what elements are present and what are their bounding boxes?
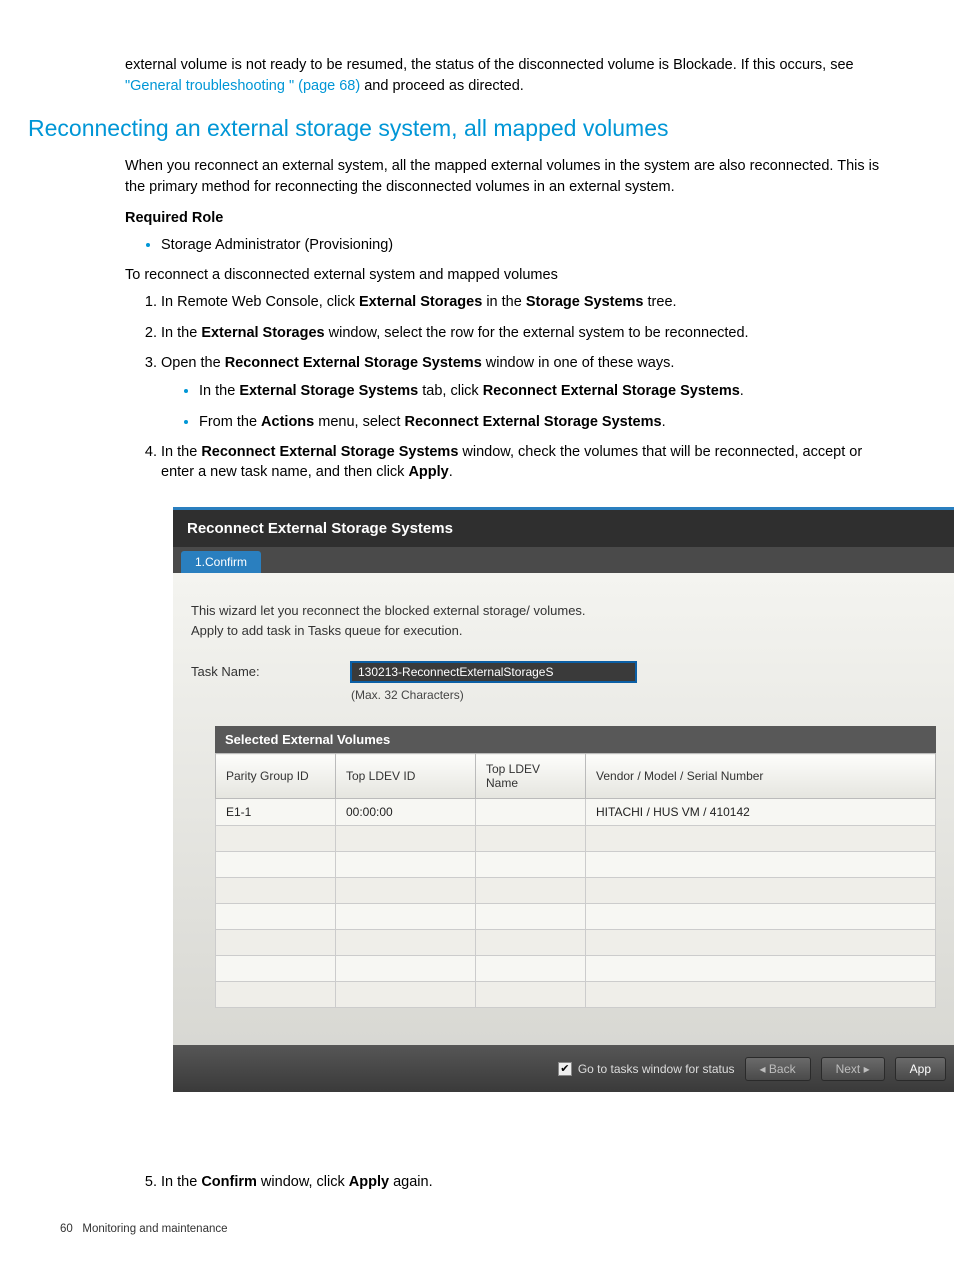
dialog-title: Reconnect External Storage Systems [173, 510, 954, 547]
col-parity-group: Parity Group ID [216, 754, 336, 799]
required-role-label: Required Role [125, 208, 894, 229]
page-footer: 60 Monitoring and maintenance [60, 1223, 954, 1235]
table-row [216, 878, 936, 904]
next-button[interactable]: Next ▸ [821, 1057, 885, 1081]
page-number: 60 [60, 1223, 73, 1235]
col-top-ldev-name: Top LDEV Name [476, 754, 586, 799]
section-intro: When you reconnect an external system, a… [125, 156, 894, 198]
task-name-input[interactable] [351, 662, 636, 682]
step-2: In the External Storages window, select … [161, 323, 894, 343]
role-item: Storage Administrator (Provisioning) [161, 235, 894, 255]
table-row [216, 982, 936, 1008]
procedure-intro: To reconnect a disconnected external sys… [125, 265, 894, 286]
table-row [216, 930, 936, 956]
step-1: In Remote Web Console, click External St… [161, 292, 894, 312]
table-title: Selected External Volumes [215, 726, 936, 753]
col-top-ldev-id: Top LDEV ID [336, 754, 476, 799]
col-vendor-model-serial: Vendor / Model / Serial Number [586, 754, 936, 799]
intro-text-pre: external volume is not ready to be resum… [125, 57, 854, 73]
section-heading: Reconnecting an external storage system,… [28, 115, 954, 142]
page-footer-text: Monitoring and maintenance [82, 1223, 227, 1235]
step-3-sub-1: In the External Storage Systems tab, cli… [199, 381, 894, 401]
dialog-description: This wizard let you reconnect the blocke… [191, 601, 936, 640]
step-3: Open the Reconnect External Storage Syst… [161, 353, 894, 432]
tasks-window-checkbox[interactable]: ✔ [558, 1062, 572, 1076]
tasks-window-label: Go to tasks window for status [578, 1062, 735, 1076]
reconnect-dialog: Reconnect External Storage Systems 1.Con… [173, 507, 954, 1147]
table-row [216, 852, 936, 878]
step-3-sub-2: From the Actions menu, select Reconnect … [199, 412, 894, 432]
intro-text-post: and proceed as directed. [360, 78, 524, 94]
dialog-footer: ✔ Go to tasks window for status ◂ Back N… [173, 1045, 954, 1092]
task-name-hint: (Max. 32 Characters) [351, 688, 636, 702]
task-name-label: Task Name: [191, 662, 351, 679]
dialog-tabs: 1.Confirm [173, 547, 954, 573]
table-row [216, 904, 936, 930]
table-row[interactable]: E1-1 00:00:00 HITACHI / HUS VM / 410142 [216, 799, 936, 826]
apply-button[interactable]: App [895, 1057, 946, 1081]
table-row [216, 826, 936, 852]
table-row [216, 956, 936, 982]
intro-paragraph: external volume is not ready to be resum… [125, 55, 894, 97]
tab-confirm[interactable]: 1.Confirm [181, 551, 261, 573]
step-4: In the Reconnect External Storage System… [161, 442, 894, 483]
back-button[interactable]: ◂ Back [745, 1057, 811, 1081]
step-5: In the Confirm window, click Apply again… [161, 1172, 894, 1192]
troubleshooting-link[interactable]: "General troubleshooting " (page 68) [125, 78, 360, 94]
selected-volumes-table: Parity Group ID Top LDEV ID Top LDEV Nam… [215, 753, 936, 1008]
